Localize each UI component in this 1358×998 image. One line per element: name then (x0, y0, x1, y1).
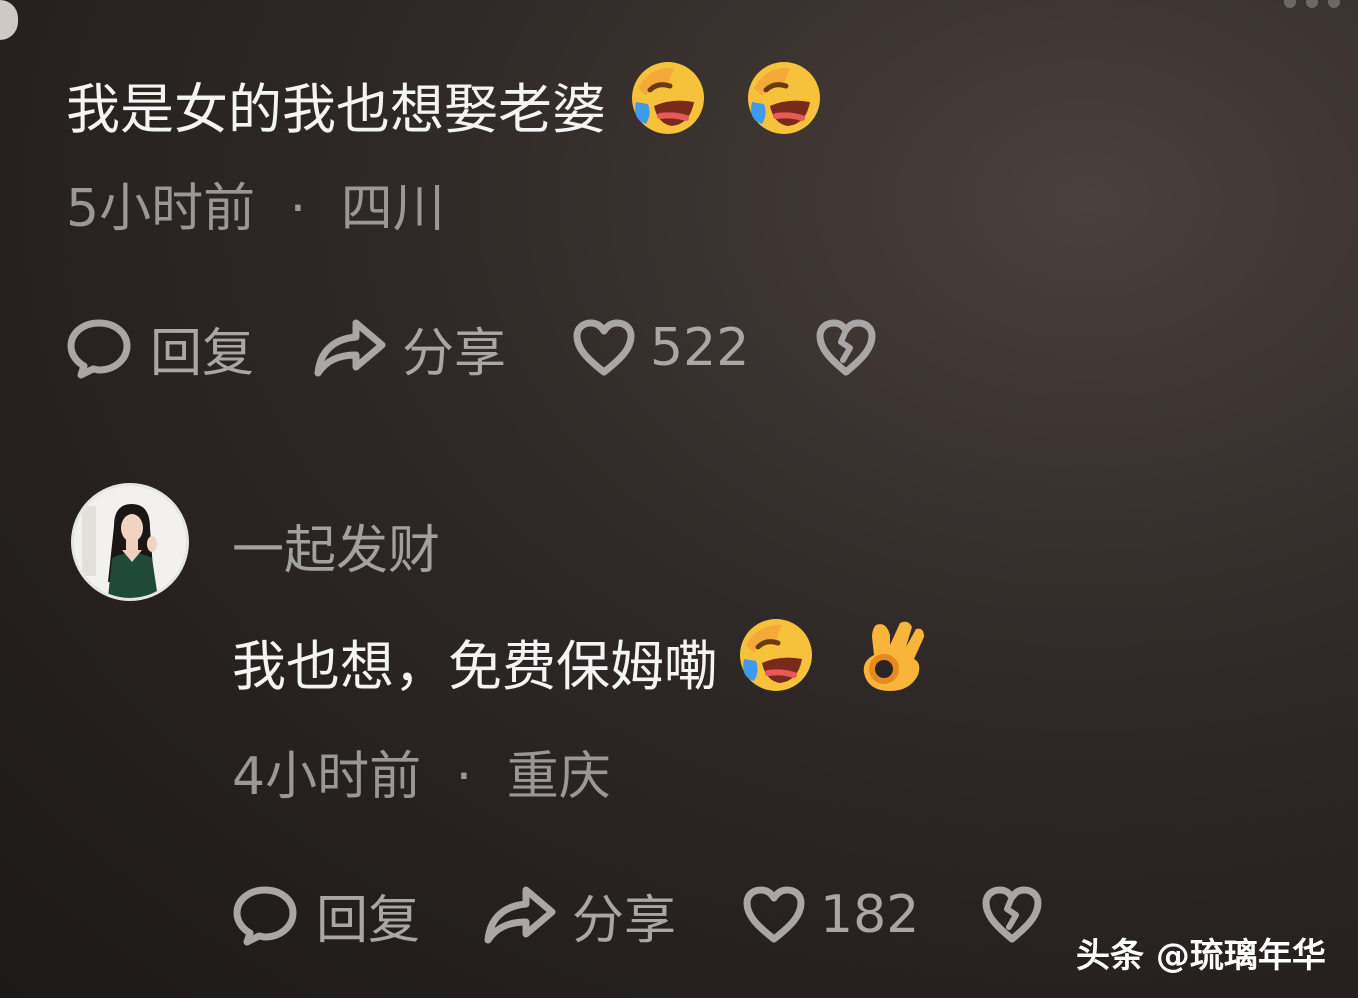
comment-time: 5小时前 (66, 179, 256, 239)
like-button[interactable]: 522 (572, 318, 749, 378)
meta-separator: · (455, 747, 473, 807)
broken-heart-icon (816, 319, 876, 376)
like-button[interactable]: 182 (742, 885, 919, 945)
dislike-button[interactable] (981, 885, 1043, 945)
meta-separator: · (289, 179, 307, 239)
share-arrow-icon (314, 319, 386, 377)
avatar[interactable] (71, 483, 189, 601)
rolling-laughing-emoji-icon (628, 58, 708, 151)
comment-action-bar: 回复 分享 522 (66, 311, 877, 386)
reply-button[interactable]: 回复 (232, 878, 420, 953)
comment-meta: 5小时前 · 四川 (66, 166, 445, 241)
share-label: 分享 (572, 890, 677, 951)
heart-icon (573, 319, 635, 376)
username[interactable]: 一起发财 (232, 508, 440, 583)
comment-meta: 4小时前 · 重庆 (232, 734, 611, 809)
watermark: 头条 @琉璃年华 (1076, 936, 1326, 976)
like-count: 182 (820, 885, 920, 945)
reply-button[interactable]: 回复 (66, 311, 254, 386)
comment-text-row: 我是女的我也想娶老婆 (66, 58, 824, 151)
share-arrow-icon (484, 886, 556, 944)
comment-text: 我也想，免费保姆嘞 (232, 635, 718, 698)
comment-text-row: 我也想，免费保姆嘞 (232, 615, 932, 708)
reply-label: 回复 (316, 890, 421, 951)
rolling-laughing-emoji-icon (744, 58, 824, 151)
share-label: 分享 (402, 323, 507, 384)
comment-time: 4小时前 (232, 747, 422, 807)
comment-text: 我是女的我也想娶老婆 (66, 78, 606, 141)
comment-bubble-icon (67, 319, 131, 379)
comment-2: 一起发财 我也想，免费保姆嘞 4小时前 · 重庆 回复 分享 182 (0, 470, 1358, 998)
reply-label: 回复 (150, 323, 255, 384)
rolling-laughing-emoji-icon (736, 615, 816, 708)
comment-location: 四川 (340, 179, 445, 239)
share-button[interactable]: 分享 (312, 311, 506, 386)
share-button[interactable]: 分享 (482, 878, 676, 953)
broken-heart-icon (982, 886, 1042, 943)
comment-1: 我是女的我也想娶老婆 5小时前 · 四川 回复 分享 522 (0, 0, 1358, 420)
dislike-button[interactable] (815, 318, 877, 378)
comment-bubble-icon (233, 886, 297, 946)
ok-hand-emoji-icon (856, 615, 932, 708)
comment-action-bar: 回复 分享 182 (232, 878, 1043, 953)
comment-location: 重庆 (506, 747, 611, 807)
like-count: 522 (650, 318, 750, 378)
heart-icon (743, 886, 805, 943)
